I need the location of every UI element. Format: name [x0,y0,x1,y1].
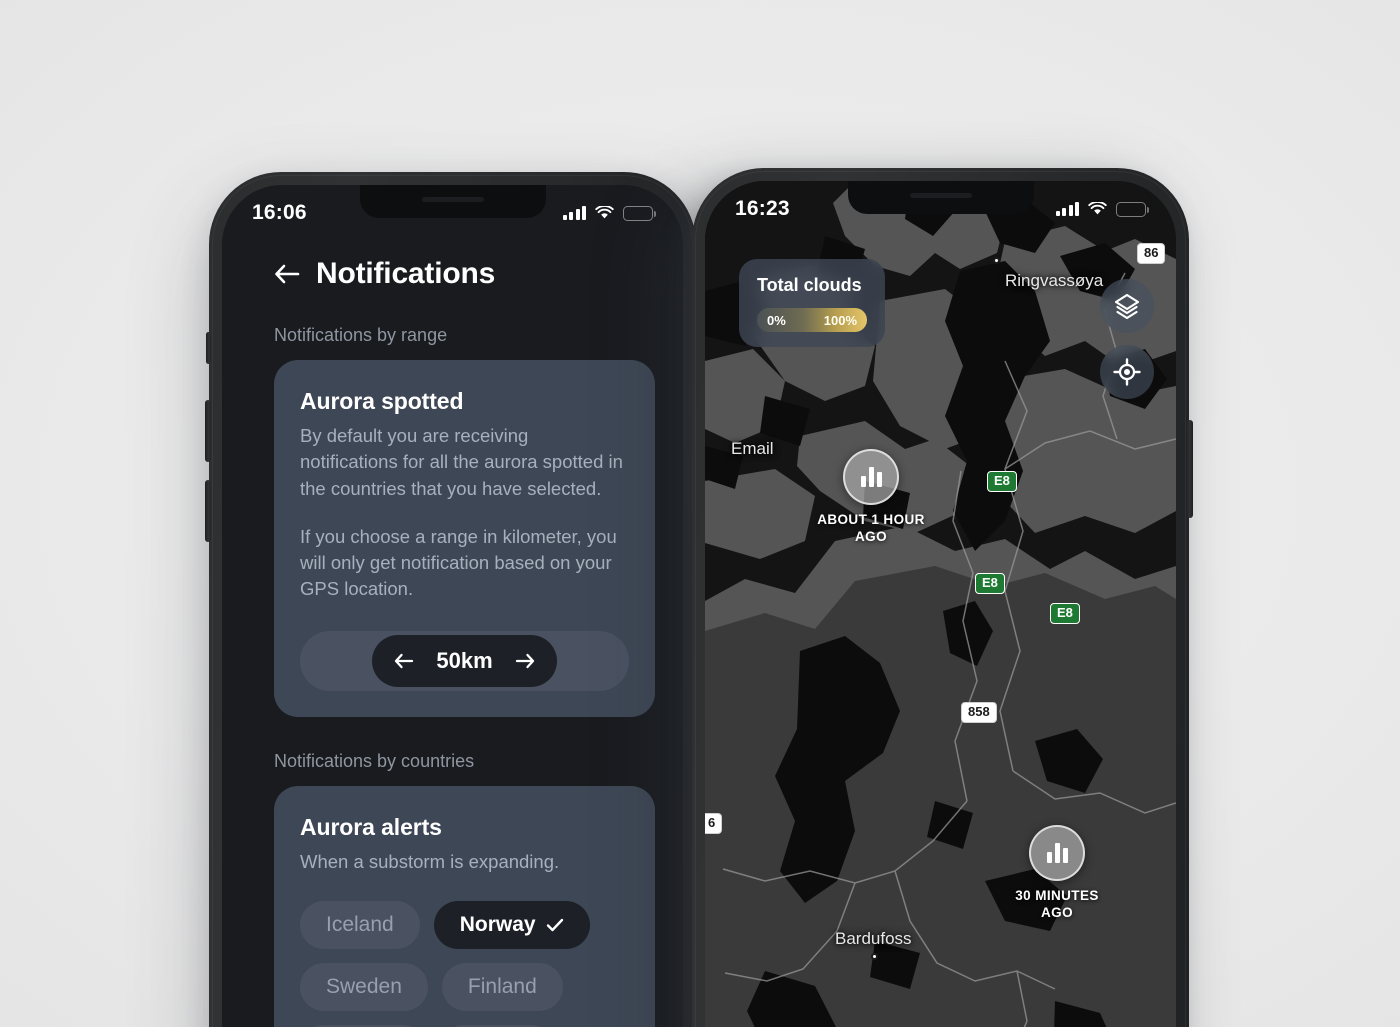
status-icons [1055,201,1150,217]
range-slider-track[interactable]: 50km [300,630,629,691]
country-chip-sweden[interactable]: Sweden [300,962,428,1011]
card-paragraph-1: By default you are receiving notificatio… [300,425,623,499]
country-chip-finland[interactable]: Finland [441,962,563,1011]
total-clouds-legend: Total clouds 0% 100% [739,259,885,347]
range-value: 50km [436,647,493,673]
country-chip-label: Iceland [326,912,394,936]
check-icon [546,918,563,932]
card-body-aurora-spotted: By default you are receiving notificatio… [300,423,629,603]
scene-root: 16:06 Notifications Notifications by ran… [0,0,1400,1027]
layers-button[interactable] [1100,279,1154,333]
section-label-countries: Notifications by countries [274,750,475,771]
left-status-bar: 16:06 [222,185,683,233]
locate-target-icon [1113,358,1141,386]
status-icons [562,205,657,221]
map-label-text: Ringvassøya [1005,271,1104,290]
marker-caption: ABOUT 1 HOUR AGO [817,512,925,544]
card-title-aurora-alerts: Aurora alerts [300,813,442,840]
map-label-ringvassoya: Ringvassøya [993,257,1104,291]
silent-switch-button[interactable] [206,332,211,364]
section-label-range: Notifications by range [274,325,448,345]
card-title-aurora-spotted: Aurora spotted [300,388,464,414]
volume-down-button[interactable] [205,480,211,542]
country-chip-iceland[interactable]: Iceland [300,900,420,949]
map-label-text: Bardufoss [835,929,912,948]
map-view[interactable]: 16:23 Ringvassøya Email Bardufoss 86 E8 … [705,181,1176,1027]
left-phone-screen: 16:06 Notifications Notifications by ran… [222,185,683,1027]
legend-min-label: 0% [767,312,786,328]
card-subtitle-aurora-alerts: When a substorm is expanding. [300,850,560,872]
country-chip-norway[interactable]: Norway [433,900,590,949]
wifi-icon [595,206,614,219]
legend-max-label: 100% [823,312,857,328]
map-label-email: Email [731,439,774,459]
volume-up-button[interactable] [205,400,211,462]
range-stepper[interactable]: 50km [372,634,557,687]
road-shield-e8-mid: E8 [975,573,1005,594]
status-time: 16:23 [735,197,790,220]
map-label-bardufoss: Bardufoss [835,929,912,960]
battery-icon [1116,201,1150,217]
road-shield-e8-north: E8 [987,471,1017,492]
wifi-icon [1088,202,1107,215]
right-phone-device: 16:23 Ringvassøya Email Bardufoss 86 E8 … [692,168,1193,1027]
road-shield-e8-east: E8 [1050,603,1080,624]
aurora-marker-1[interactable]: ABOUT 1 HOUR AGO [817,449,925,546]
power-button[interactable] [1187,420,1193,518]
country-chip-list: Iceland Norway Sweden Finland [300,900,629,1027]
layers-icon [1114,293,1140,320]
card-paragraph-2: If you choose a range in kilometer, you … [300,525,617,600]
legend-title: Total clouds [757,275,862,295]
bar-chart-icon [1029,825,1085,881]
road-shield-858: 858 [961,702,997,723]
aurora-alerts-card: Aurora alerts When a substorm is expandi… [274,785,655,1027]
right-phone-screen: 16:23 Ringvassøya Email Bardufoss 86 E8 … [705,181,1176,1027]
back-arrow-icon[interactable] [274,263,300,285]
battery-icon [623,205,657,221]
right-status-bar: 16:23 [705,181,1176,229]
country-chip-label: Sweden [326,974,402,998]
range-decrease-icon[interactable] [394,652,414,670]
aurora-spotted-card: Aurora spotted By default you are receiv… [274,360,655,717]
cellular-signal-icon [562,206,586,220]
range-increase-icon[interactable] [515,652,535,670]
left-phone-device: 16:06 Notifications Notifications by ran… [205,172,696,1027]
page-title: Notifications [316,257,496,290]
notifications-settings-page: Notifications Notifications by range Aur… [222,185,683,1027]
cellular-signal-icon [1055,202,1079,216]
locate-button[interactable] [1100,345,1154,399]
marker-caption: 30 MINUTES AGO [1015,888,1099,920]
country-chip-label: Norway [459,912,536,936]
legend-gradient-bar: 0% 100% [757,308,867,332]
road-shield-6: 6 [705,813,723,834]
country-chip-label: Finland [467,974,537,998]
aurora-marker-2[interactable]: 30 MINUTES AGO [1003,825,1111,922]
map-label-text: Email [731,439,774,458]
bar-chart-icon [843,449,899,505]
road-shield-86: 86 [1137,243,1166,264]
status-time: 16:06 [252,201,307,224]
